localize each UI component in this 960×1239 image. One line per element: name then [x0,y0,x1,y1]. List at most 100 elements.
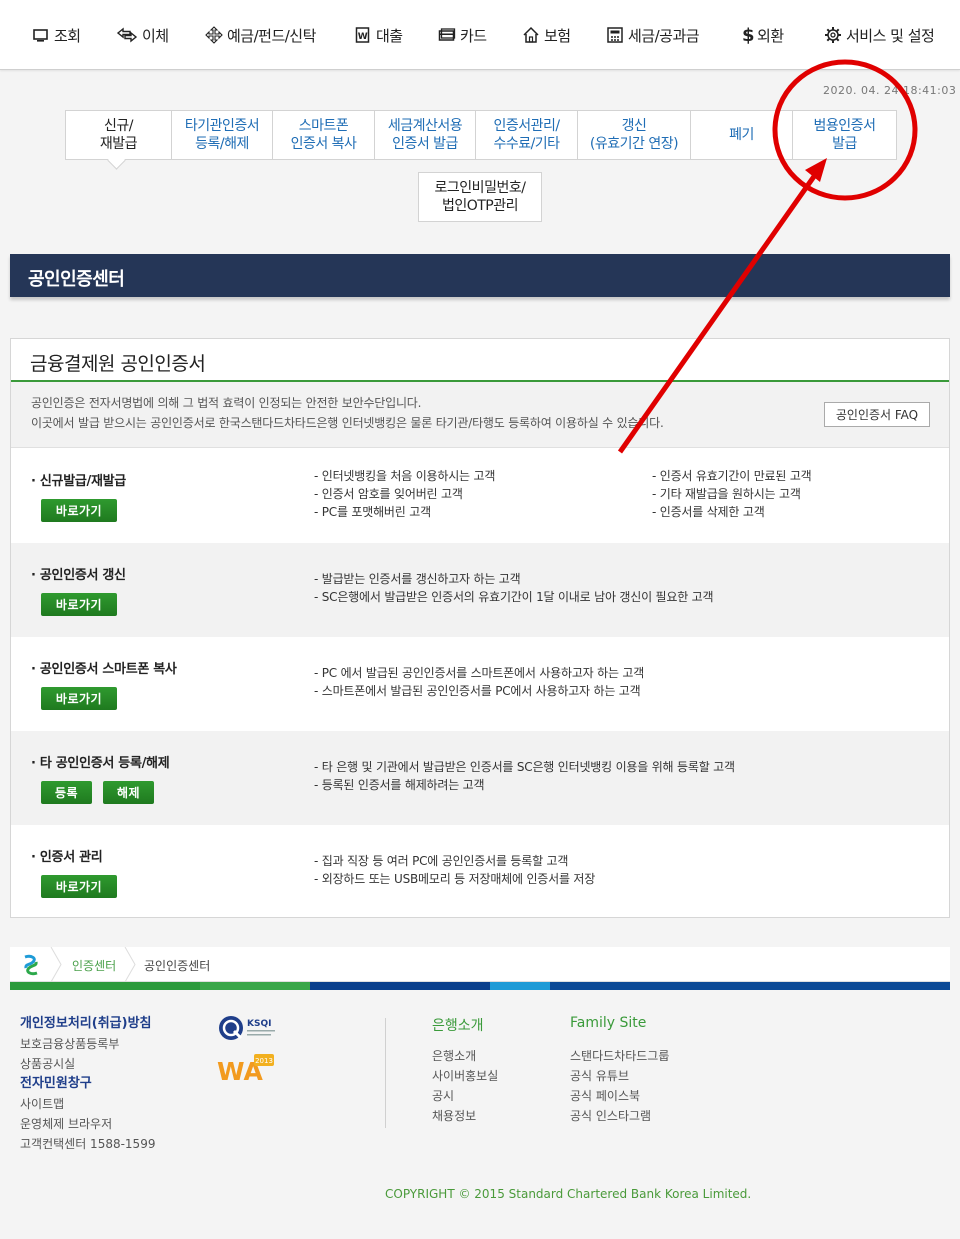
service-row-cert-management: · 인증서 관리 바로가기 - 집과 직장 등 여러 PC에 공인인증서를 등록… [11,825,949,919]
wa-mark-icon: WA 2013 [217,1054,274,1085]
tab-new-reissue[interactable]: 신규/ 재발급 [66,111,172,159]
intro-text-2: 이곳에서 발급 받으시는 공인인증서로 한국스탠다드차타드은행 인터넷뱅킹은 물… [31,416,664,430]
footer-color-bar [10,982,950,990]
row-desc-left: - 타 은행 및 기관에서 발급받은 인증서를 SC은행 인터넷뱅킹 이용을 위… [314,758,735,794]
row-title-text: 공인인증서 갱신 [39,568,126,583]
certificate-panel: 금융결제원 공인인증서 공인인증은 전자서명법에 의해 그 법적 효력이 인정되… [10,338,950,918]
ksqi-label: KSQI [247,1019,271,1029]
nav-item-tax-utility[interactable]: 세금/공과금 [606,24,700,46]
nav-label: 보험 [544,26,571,45]
footer-link[interactable]: 운영체제 브라우저 [20,1114,155,1134]
desc-line: - PC 에서 발급된 공인인증서를 스마트폰에서 사용하고자 하는 고객 [314,666,645,680]
desc-line: - 등록된 인증서를 해제하려는 고객 [314,778,485,792]
footer-link[interactable]: 공식 유튜브 [570,1066,669,1086]
desc-line: - SC은행에서 발급받은 인증서의 유효기간이 1달 이내로 남아 갱신이 필… [314,590,714,604]
desc-line: - 인증서 암호를 잊어버린 고객 [314,487,463,501]
row-title-text: 신규발급/재발급 [39,474,126,489]
footer-contact: 고객컨택센터 1588-1599 [20,1137,156,1151]
timestamp: 2020. 04. 24 18:41:03 [823,84,957,97]
footer-link[interactable]: 공식 페이스북 [570,1086,669,1106]
footer-policy-links: 개인정보처리(취급)방침 보호금융상품등록부 상품공시실 전자민원창구 사이트맵… [20,1014,155,1154]
desc-line: - 인터넷뱅킹을 처음 이용하시는 고객 [314,469,496,483]
tab-revoke[interactable]: 폐기 [691,111,793,159]
tab-other-cert-register[interactable]: 타기관인증서 등록/해제 [172,111,273,159]
row-title: · 신규발급/재발급 [31,474,126,489]
go-button[interactable]: 바로가기 [41,875,117,898]
nav-label: 외환 [757,26,784,45]
tab-general-purpose-cert[interactable]: 범용인증서 발급 [793,111,896,159]
tab-tax-invoice-cert[interactable]: 세금계산서용 인증서 발급 [375,111,476,159]
nav-item-foreign-exchange[interactable]: $ 외환 [742,24,784,46]
footer-family-heading: Family Site [570,1015,647,1031]
breadcrumb: 인증센터 공인인증센터 [10,947,950,982]
monitor-icon [33,29,48,42]
nav-item-deposit-fund-trust[interactable]: 예금/펀드/신탁 [205,24,316,46]
desc-line: - 발급받는 인증서를 갱신하고자 하는 고객 [314,572,521,586]
footer-link-civil-complaint[interactable]: 전자민원창구 [20,1074,155,1094]
go-button[interactable]: 바로가기 [41,499,117,522]
service-row-new-reissue: · 신규발급/재발급 바로가기 - 인터넷뱅킹을 처음 이용하시는 고객 - 인… [11,449,949,543]
faq-button[interactable]: 공인인증서 FAQ [824,402,930,427]
nav-label: 카드 [460,26,487,45]
copyright: COPYRIGHT © 2015 Standard Chartered Bank… [385,1187,752,1201]
footer-link[interactable]: 상품공시실 [20,1054,155,1074]
desc-line: - 집과 직장 등 여러 PC에 공인인증서를 등록할 고객 [314,854,569,868]
gear-icon [825,27,841,43]
footer-link[interactable]: 사이버홍보실 [432,1066,498,1086]
row-title: · 타 공인인증서 등록/해제 [31,756,170,771]
footer-link-privacy[interactable]: 개인정보처리(취급)방침 [20,1014,155,1034]
row-desc-left: - PC 에서 발급된 공인인증서를 스마트폰에서 사용하고자 하는 고객 - … [314,664,644,700]
intro-box: 공인인증은 전자서명법에 의해 그 법적 효력이 인정되는 안전한 보안수단입니… [11,382,949,448]
go-button[interactable]: 바로가기 [41,593,117,616]
nav-label: 세금/공과금 [628,26,700,45]
nav-item-card[interactable]: 카드 [438,24,487,46]
register-button[interactable]: 등록 [41,781,92,804]
footer-link[interactable]: 채용정보 [432,1106,498,1126]
nav-item-inquiry[interactable]: 조회 [32,24,81,46]
nav-label: 대출 [376,26,403,45]
certificate-tabs: 신규/ 재발급 타기관인증서 등록/해제 스마트폰 인증서 복사 세금계산서용 … [65,110,897,160]
row-title-text: 인증서 관리 [39,850,103,865]
row-title: · 공인인증서 갱신 [31,568,126,583]
breadcrumb-level1[interactable]: 인증센터 [72,957,116,974]
row-desc-left: - 인터넷뱅킹을 처음 이용하시는 고객 - 인증서 암호를 잊어버린 고객 -… [314,467,495,521]
row-desc-left: - 발급받는 인증서를 갱신하고자 하는 고객 - SC은행에서 발급받은 인증… [314,570,714,606]
footer-link[interactable]: 보호금융상품등록부 [20,1034,155,1054]
row-desc-right: - 인증서 유효기간이 만료된 고객 - 기타 재발급을 원하시는 고객 - 인… [652,467,812,521]
desc-line: - 기타 재발급을 원하시는 고객 [652,487,801,501]
tab-smartphone-copy[interactable]: 스마트폰 인증서 복사 [273,111,375,159]
row-title: · 인증서 관리 [31,850,103,865]
tab-cert-management[interactable]: 인증서관리/ 수수료/기타 [476,111,578,159]
transfer-arrows-icon [116,27,138,43]
row-title-text: 타 공인인증서 등록/해제 [39,756,170,771]
go-button[interactable]: 바로가기 [41,687,117,710]
nav-item-transfer[interactable]: 이체 [116,24,169,46]
breadcrumb-separator-icon [124,947,136,982]
unregister-button[interactable]: 해제 [103,781,154,804]
row-title-text: 공인인증서 스마트폰 복사 [39,662,177,677]
ksqi-logo-icon: KSQI [219,1016,275,1040]
footer-link[interactable]: 공식 인스타그램 [570,1106,669,1126]
footer-link[interactable]: 은행소개 [432,1046,498,1066]
footer-bank-links: 은행소개 사이버홍보실 공시 채용정보 [432,1046,498,1126]
desc-line: - 인증서 유효기간이 만료된 고객 [652,469,812,483]
footer-link[interactable]: 사이트맵 [20,1094,155,1114]
intro-text-1: 공인인증은 전자서명법에 의해 그 법적 효력이 인정되는 안전한 보안수단입니… [31,396,422,410]
row-desc-left: - 집과 직장 등 여러 PC에 공인인증서를 등록할 고객 - 외장하드 또는… [314,852,595,888]
desc-line: - 타 은행 및 기관에서 발급받은 인증서를 SC은행 인터넷뱅킹 이용을 위… [314,760,735,774]
footer-bank-heading: 은행소개 [432,1018,484,1034]
footer-link[interactable]: 공시 [432,1086,498,1106]
page-title-bar: 공인인증센터 [10,254,950,297]
four-way-arrows-icon [205,26,223,44]
tab-renewal[interactable]: 갱신 (유효기간 연장) [578,111,691,159]
card-icon [438,28,456,41]
tab-login-password-otp[interactable]: 로그인비밀번호/ 법인OTP관리 [418,172,542,222]
nav-label: 서비스 및 설정 [846,26,935,45]
nav-item-loan[interactable]: W 대출 [354,24,403,46]
service-row-smartphone-copy: · 공인인증서 스마트폰 복사 바로가기 - PC 에서 발급된 공인인증서를 … [11,637,949,731]
desc-line: - 외장하드 또는 USB메모리 등 저장매체에 인증서를 저장 [314,872,596,886]
service-row-renewal: · 공인인증서 갱신 바로가기 - 발급받는 인증서를 갱신하고자 하는 고객 … [11,543,949,637]
nav-item-insurance[interactable]: 보험 [522,24,571,46]
nav-item-service-settings[interactable]: 서비스 및 설정 [824,24,935,46]
footer-link[interactable]: 스탠다드차타드그룹 [570,1046,669,1066]
